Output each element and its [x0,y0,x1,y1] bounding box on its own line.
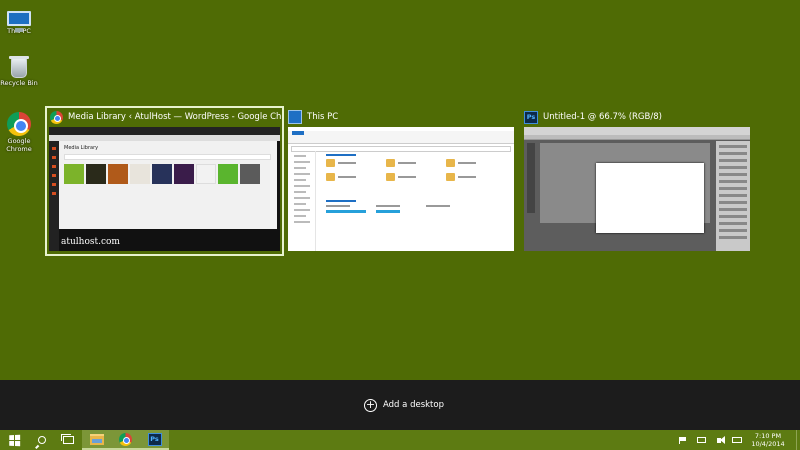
task-view-window-this-pc[interactable]: This PC [288,108,514,251]
this-pc-icon [7,11,31,32]
show-desktop-button[interactable] [796,430,800,450]
file-explorer-icon [89,433,104,445]
desktop-icon-recycle-bin[interactable]: Recycle Bin [0,56,38,87]
chrome-icon [119,432,132,446]
plus-icon: + [364,398,377,412]
taskbar-app-file-explorer[interactable] [82,430,111,450]
add-desktop-label: Add a desktop [383,400,444,410]
network-icon[interactable] [695,435,707,445]
action-center-flag-icon[interactable] [677,435,689,445]
search-button[interactable] [28,430,55,450]
task-view-button[interactable] [55,430,82,450]
add-desktop-button[interactable]: + Add a desktop [356,398,444,412]
task-view-window-photoshop[interactable]: Ps Untitled-1 @ 66.7% (RGB/8) [524,108,750,251]
desktop-icon-this-pc[interactable]: This PC [0,8,38,35]
thumbnail-brand-text: atulhost.com [61,237,120,247]
desktop-icon-label: Google Chrome [6,137,32,153]
window-thumbnail: Media Library atulhost.com [49,127,280,251]
window-thumbnail [524,127,750,251]
taskbar-clock[interactable]: 7:10 PM 10/4/2014 [746,432,790,448]
recycle-bin-icon [9,56,29,78]
taskbar-app-chrome[interactable] [111,430,140,450]
task-view-window-chrome[interactable]: Media Library ‹ AtulHost — WordPress - G… [45,106,284,256]
taskbar: Ps 7:10 PM 10/4/2014 [0,430,800,450]
start-button[interactable] [0,430,28,450]
taskbar-app-photoshop[interactable]: Ps [140,430,169,450]
window-thumbnail [288,127,514,251]
start-windows-icon [8,434,20,446]
window-header: Media Library ‹ AtulHost — WordPress - G… [47,108,282,126]
chrome-icon [49,110,63,124]
window-title: This PC [307,112,339,122]
photoshop-icon: Ps [147,432,162,446]
clock-time: 7:10 PM [754,432,782,440]
window-header: This PC [288,108,514,126]
volume-icon[interactable] [713,435,725,445]
window-header: Ps Untitled-1 @ 66.7% (RGB/8) [524,108,750,126]
window-title: Media Library ‹ AtulHost — WordPress - G… [68,112,282,122]
thumbnail-page-heading: Media Library [64,145,99,151]
task-view-icon [61,434,74,444]
system-tray: 7:10 PM 10/4/2014 [674,430,800,450]
file-explorer-icon [288,110,302,124]
desktop-icon-label: Recycle Bin [0,79,38,87]
photoshop-icon: Ps [524,110,538,124]
desktop-icon-google-chrome[interactable]: Google Chrome [0,112,38,153]
virtual-desktops-bar: + Add a desktop [0,380,800,430]
chrome-icon [7,112,31,136]
keyboard-icon[interactable] [731,435,743,445]
window-title: Untitled-1 @ 66.7% (RGB/8) [543,112,662,122]
clock-date: 10/4/2014 [751,440,785,448]
search-icon [37,436,46,444]
